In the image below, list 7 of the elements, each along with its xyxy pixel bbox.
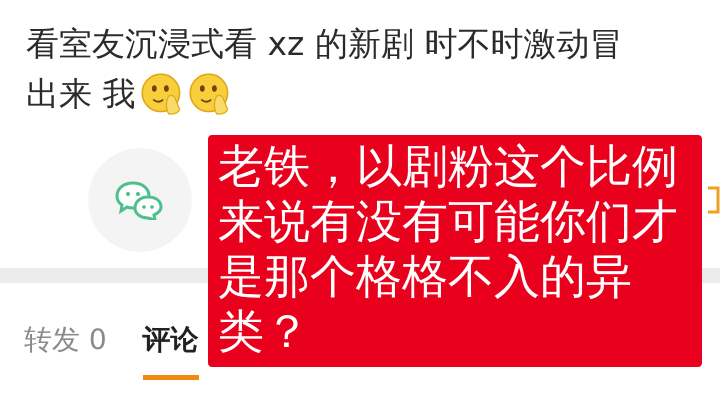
chat-bubbles-icon — [115, 180, 165, 220]
emoji-icon — [140, 72, 184, 116]
emoji-icon — [188, 72, 232, 116]
tab[interactable]: 评论 — [142, 321, 199, 380]
caption-overlay: 老铁，以剧粉这个比例来说有没有可能你们才是那个格格不入的异类？ — [208, 135, 702, 367]
post-text: 出来 我 — [26, 73, 136, 115]
post-text: 看室友沉浸式看 xz 的新剧 时不时激动冒 — [26, 23, 624, 65]
